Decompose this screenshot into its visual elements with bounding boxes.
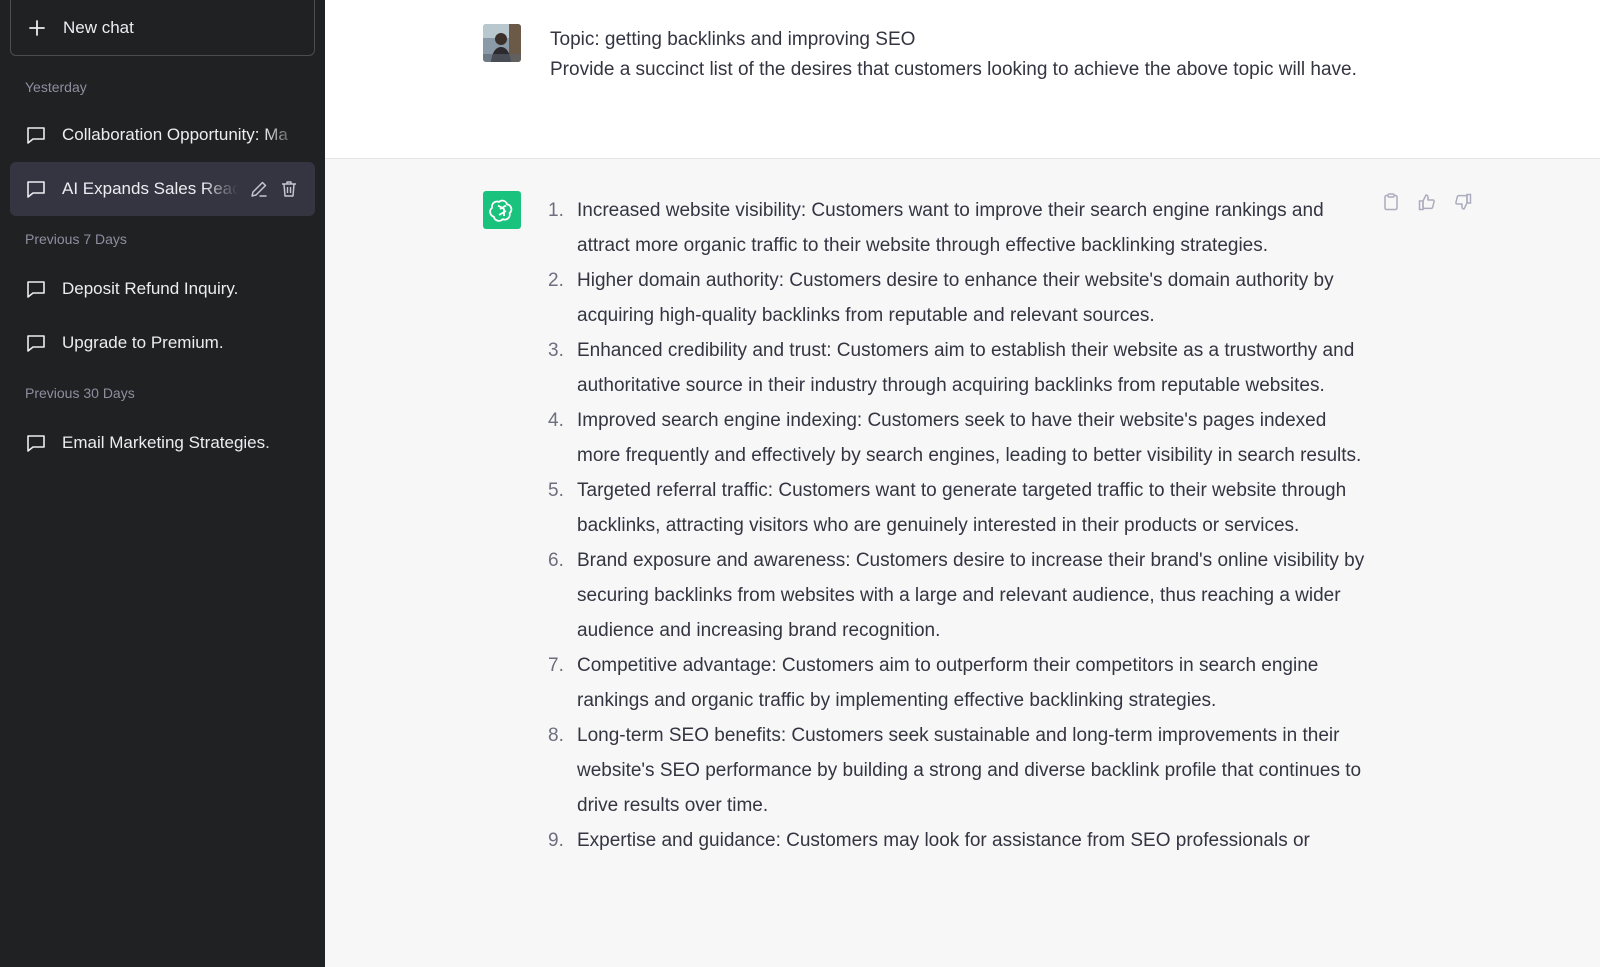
list-item-number: 9. <box>548 830 564 851</box>
section-label-previous-30-days: Previous 30 Days <box>25 385 135 401</box>
user-message: Topic: getting backlinks and improving S… <box>325 0 1600 159</box>
chat-bubble-icon <box>25 332 47 354</box>
chat-item-label: Collaboration Opportunity: Ma <box>62 125 288 144</box>
sidebar: New chat Yesterday Collaboration Opportu… <box>0 0 325 967</box>
list-item: 6. Brand exposure and awareness: Customer… <box>548 543 1368 648</box>
trash-icon[interactable] <box>278 178 300 200</box>
clipboard-icon[interactable] <box>1380 191 1402 213</box>
chat-item-email-marketing[interactable]: Email Marketing Strategies. <box>10 416 315 470</box>
plus-icon <box>27 18 47 38</box>
list-item-number: 4. <box>548 410 564 431</box>
list-item-text: Brand exposure and awareness: Customers … <box>577 550 1365 641</box>
chat-item-actions <box>248 178 300 200</box>
user-message-line-1: Topic: getting backlinks and improving S… <box>550 29 916 50</box>
list-item-number: 2. <box>548 270 564 291</box>
chat-item-label: Email Marketing Strategies. <box>62 433 270 452</box>
list-item-number: 7. <box>548 655 564 676</box>
list-item-number: 8. <box>548 725 564 746</box>
list-item-text: Enhanced credibility and trust: Customer… <box>577 340 1355 396</box>
list-item: 8. Long-term SEO benefits: Customers seek… <box>548 718 1368 823</box>
list-item: 9. Expertise and guidance: Customers may … <box>548 823 1368 858</box>
list-item-text: Expertise and guidance: Customers may lo… <box>577 830 1310 851</box>
list-item-number: 1. <box>548 200 564 221</box>
new-chat-label: New chat <box>63 17 134 37</box>
list-item-text: Competitive advantage: Customers aim to … <box>577 655 1319 711</box>
edit-icon[interactable] <box>248 178 270 200</box>
thumbs-up-icon[interactable] <box>1416 191 1438 213</box>
new-chat-button[interactable]: New chat <box>10 0 315 56</box>
chat-item-label: Deposit Refund Inquiry. <box>62 279 239 298</box>
chat-item-deposit-refund[interactable]: Deposit Refund Inquiry. <box>10 262 315 316</box>
user-message-text: Topic: getting backlinks and improving S… <box>550 25 1360 85</box>
list-item: 1. Increased website visibility: Customer… <box>548 193 1368 263</box>
chat-item-ai-expands[interactable]: AI Expands Sales Reac <box>10 162 315 216</box>
list-item-number: 3. <box>548 340 564 361</box>
chat-item-label: Upgrade to Premium. <box>62 333 224 352</box>
assistant-answer-list: 1. Increased website visibility: Customer… <box>548 193 1368 858</box>
list-item-text: Improved search engine indexing: Custome… <box>577 410 1362 466</box>
list-item-text: Increased website visibility: Customers … <box>577 200 1324 256</box>
assistant-message: 1. Increased website visibility: Customer… <box>325 159 1600 851</box>
list-item-number: 5. <box>548 480 564 501</box>
openai-logo-icon <box>483 191 521 229</box>
list-item-text: Long-term SEO benefits: Customers seek s… <box>577 725 1362 816</box>
list-item: 7. Competitive advantage: Customers aim t… <box>548 648 1368 718</box>
message-actions <box>1380 191 1474 213</box>
chat-item-upgrade-premium[interactable]: Upgrade to Premium. <box>10 316 315 370</box>
chat-item-label: AI Expands Sales Reac <box>62 179 238 198</box>
section-label-yesterday: Yesterday <box>25 79 87 95</box>
list-item: 5. Targeted referral traffic: Customers w… <box>548 473 1368 543</box>
chat-bubble-icon <box>25 124 47 146</box>
app-root: New chat Yesterday Collaboration Opportu… <box>0 0 1600 967</box>
chat-bubble-icon <box>25 432 47 454</box>
user-avatar <box>483 24 521 62</box>
user-message-line-2: Provide a succinct list of the desires t… <box>550 59 1357 80</box>
list-item-number: 6. <box>548 550 564 571</box>
thumbs-down-icon[interactable] <box>1452 191 1474 213</box>
list-item-text: Higher domain authority: Customers desir… <box>577 270 1334 326</box>
conversation-area: Topic: getting backlinks and improving S… <box>325 0 1600 967</box>
list-item: 3. Enhanced credibility and trust: Custom… <box>548 333 1368 403</box>
chat-bubble-icon <box>25 278 47 300</box>
list-item-text: Targeted referral traffic: Customers wan… <box>577 480 1347 536</box>
chat-item-collaboration[interactable]: Collaboration Opportunity: Ma <box>10 108 315 162</box>
list-item: 4. Improved search engine indexing: Custo… <box>548 403 1368 473</box>
section-label-previous-7-days: Previous 7 Days <box>25 231 127 247</box>
chat-bubble-icon <box>25 178 47 200</box>
list-item: 2. Higher domain authority: Customers des… <box>548 263 1368 333</box>
